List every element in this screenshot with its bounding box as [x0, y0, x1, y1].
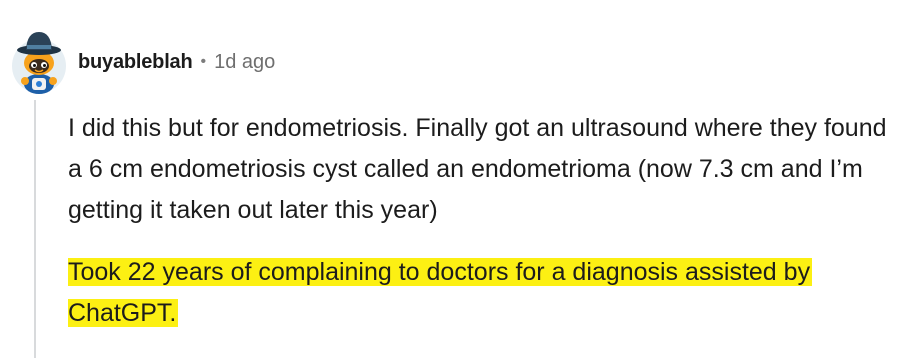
- username-link[interactable]: buyableblah: [78, 51, 193, 74]
- highlighted-text: Took 22 years of complaining to doctors …: [68, 258, 813, 327]
- comment-body: I did this but for endometriosis. Finall…: [68, 108, 898, 334]
- thread-collapse-line[interactable]: [34, 100, 36, 358]
- comment-paragraph: I did this but for endometriosis. Finall…: [68, 114, 887, 224]
- comment-paragraph-highlighted: Took 22 years of complaining to doctors …: [68, 252, 898, 334]
- snoo-avatar-icon: [12, 32, 66, 94]
- user-avatar[interactable]: [8, 26, 70, 96]
- timestamp[interactable]: 1d ago: [214, 51, 275, 74]
- comment-meta: buyableblah • 1d ago: [78, 48, 275, 76]
- comment: buyableblah • 1d ago I did this but for …: [0, 0, 915, 361]
- meta-separator: •: [200, 53, 207, 70]
